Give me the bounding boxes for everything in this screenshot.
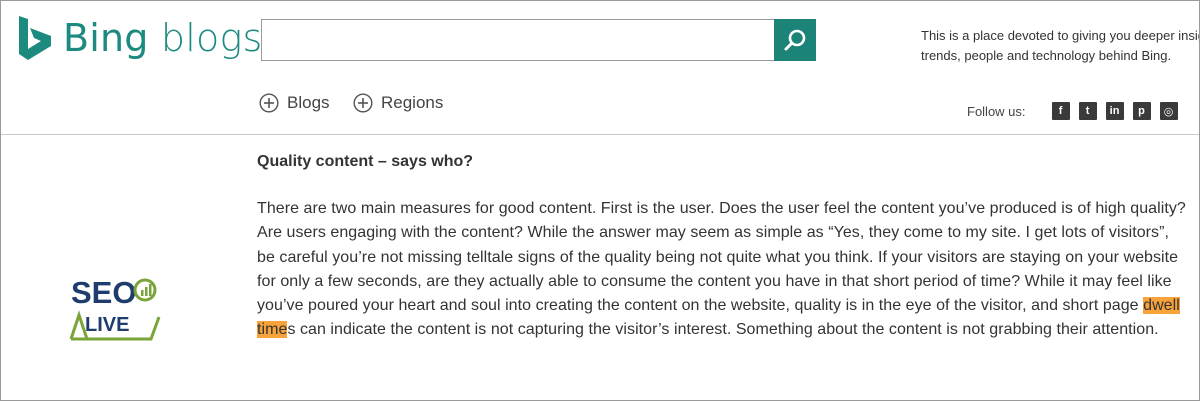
instagram-icon[interactable]: ◎ — [1159, 102, 1178, 120]
article-title: Quality content – says who? — [257, 153, 474, 170]
tagline-line-1: This is a place devoted to giving you de… — [921, 28, 1200, 43]
plus-circle-icon — [353, 93, 373, 113]
search-button[interactable] — [774, 19, 816, 61]
nav-item-regions[interactable]: Regions — [353, 93, 443, 113]
article-body-before: There are two main measures for good con… — [257, 200, 1186, 315]
page-frame: Bing blogs This is a place devoted to gi… — [0, 0, 1200, 401]
tagline-line-2: trends, people and technology behind Bin… — [921, 48, 1172, 63]
pinterest-glyph: p — [1138, 105, 1145, 117]
follow-label: Follow us: — [967, 103, 1026, 119]
logo-suffix: blogs — [148, 16, 263, 60]
linkedin-icon[interactable]: in — [1105, 102, 1124, 120]
site-tagline: This is a place devoted to giving you de… — [921, 26, 1200, 66]
nav-item-label: Regions — [381, 93, 444, 112]
twitter-glyph: t — [1085, 105, 1090, 117]
search-bar — [261, 19, 816, 61]
pinterest-icon[interactable]: p — [1132, 102, 1151, 120]
search-icon — [784, 29, 806, 51]
article-body-after: s can indicate the content is not captur… — [287, 321, 1159, 339]
linkedin-glyph: in — [1109, 105, 1120, 117]
logo-brand: Bing — [63, 16, 149, 60]
bing-blogs-logo[interactable]: Bing blogs — [17, 15, 262, 61]
facebook-icon[interactable]: f — [1051, 102, 1070, 120]
search-input[interactable] — [261, 19, 774, 61]
twitter-icon[interactable]: t — [1078, 102, 1097, 120]
nav-item-blogs[interactable]: Blogs — [259, 93, 330, 113]
plus-circle-icon — [259, 93, 279, 113]
seo-alive-logo: SEO LIVE — [69, 275, 161, 341]
logo-wordmark: Bing blogs — [63, 16, 262, 60]
nav-item-label: Blogs — [287, 93, 330, 112]
article-body: There are two main measures for good con… — [257, 197, 1187, 343]
header-divider — [1, 134, 1199, 135]
bing-logo-icon — [19, 16, 51, 60]
instagram-glyph: ◎ — [1163, 105, 1174, 118]
facebook-glyph: f — [1058, 105, 1063, 117]
article: Quality content – says who? There are tw… — [257, 153, 1187, 343]
seo-logo-line1: SEO — [71, 275, 136, 310]
seo-logo-line2: LIVE — [85, 314, 129, 336]
nav-item-blogs-wrap: Blogs — [259, 93, 330, 113]
follow-us: Follow us: f t in p ◎ — [967, 102, 1178, 120]
nav-item-regions-wrap: Regions — [353, 93, 443, 113]
